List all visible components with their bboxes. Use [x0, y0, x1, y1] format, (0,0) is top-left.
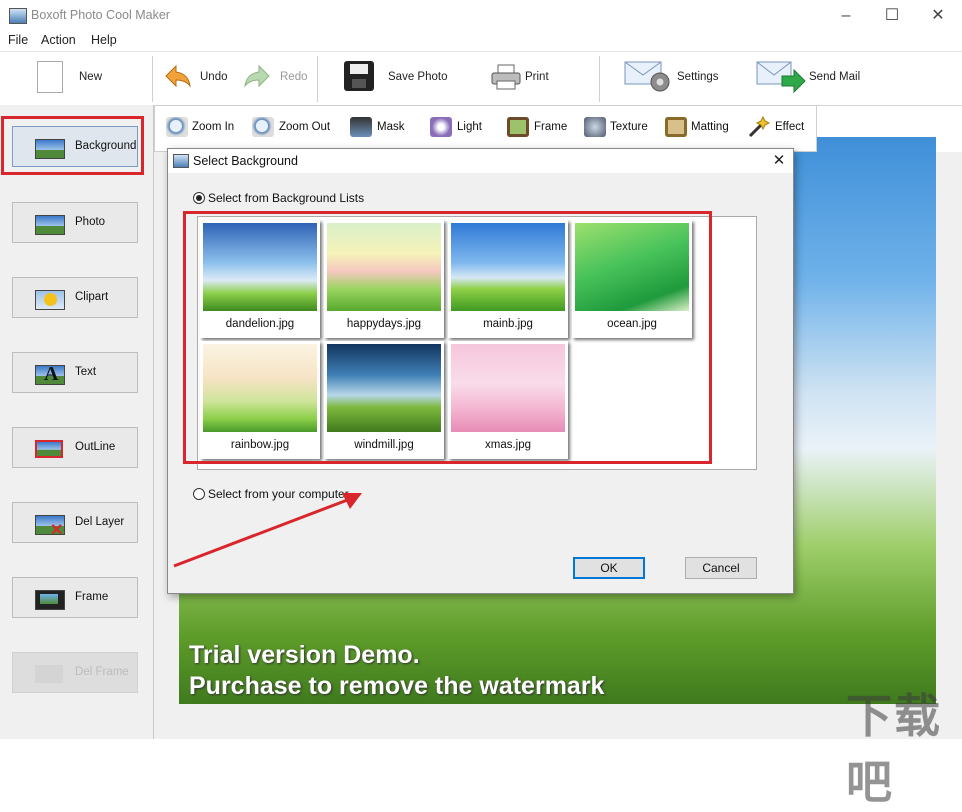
- site-watermark-logo: 下载吧: [846, 690, 942, 808]
- toolbar-separator: [599, 56, 600, 102]
- cancel-button[interactable]: Cancel: [685, 557, 757, 579]
- photo-icon: [35, 215, 65, 235]
- send-mail-button[interactable]: Send Mail: [809, 71, 860, 83]
- frame-icon: [35, 590, 65, 610]
- undo-icon: [164, 64, 192, 91]
- menu-action[interactable]: Action: [41, 33, 76, 47]
- radio-background-lists[interactable]: [193, 192, 205, 204]
- app-icon: [9, 8, 27, 24]
- maximize-button[interactable]: ☐: [869, 0, 915, 31]
- sidebar-item-label: Frame: [75, 591, 109, 603]
- minimize-button[interactable]: –: [823, 0, 869, 31]
- sidebar-item-label: Photo: [75, 216, 106, 228]
- toolbar-separator: [152, 56, 153, 102]
- sidebar-item-label: OutLine: [75, 441, 116, 453]
- effect-icon: [747, 115, 771, 142]
- settings-icon: [624, 60, 672, 97]
- radio-background-lists-label[interactable]: Select from Background Lists: [208, 191, 364, 205]
- sidebar-item-label: Del Layer: [75, 516, 125, 528]
- new-document-icon: [37, 61, 63, 93]
- sidebar-item-label: Clipart: [75, 291, 109, 303]
- frame-tool-icon: [507, 117, 529, 137]
- light-icon: [430, 117, 452, 137]
- menu-file[interactable]: File: [8, 33, 28, 47]
- dialog-icon: [173, 154, 189, 168]
- matting-button[interactable]: Matting: [691, 121, 729, 133]
- toolbar-separator: [317, 56, 318, 102]
- zoom-in-icon: [166, 117, 188, 137]
- watermark-line-1: Trial version Demo.: [189, 641, 420, 669]
- del-layer-icon: ✕: [35, 515, 65, 539]
- menu-bar: [0, 31, 962, 51]
- sidebar: [0, 105, 154, 739]
- clipart-icon: [35, 290, 65, 310]
- effect-button[interactable]: Effect: [775, 121, 804, 133]
- del-frame-icon: [35, 665, 63, 683]
- background-list-highlight-box: [183, 211, 712, 464]
- outline-icon: [35, 440, 63, 458]
- undo-button[interactable]: Undo: [200, 71, 228, 83]
- text-icon: A: [35, 363, 65, 385]
- redo-button[interactable]: Redo: [280, 71, 308, 83]
- texture-button[interactable]: Texture: [610, 121, 648, 133]
- sidebar-item-del-frame[interactable]: Del Frame: [12, 652, 138, 693]
- window-title: Boxoft Photo Cool Maker: [31, 8, 170, 22]
- sidebar-item-frame[interactable]: Frame: [12, 577, 138, 618]
- light-button[interactable]: Light: [457, 121, 482, 133]
- watermark-line-2: Purchase to remove the watermark: [189, 672, 605, 700]
- zoom-out-button[interactable]: Zoom Out: [279, 121, 330, 133]
- save-photo-button[interactable]: Save Photo: [388, 71, 447, 83]
- sidebar-item-text[interactable]: A Text: [12, 352, 138, 393]
- frame-button[interactable]: Frame: [534, 121, 567, 133]
- matting-icon: [665, 117, 687, 137]
- save-icon: [344, 61, 374, 91]
- send-mail-icon: [756, 60, 806, 97]
- mask-button[interactable]: Mask: [377, 121, 404, 133]
- new-button[interactable]: New: [79, 71, 102, 83]
- annotation-arrow: [172, 487, 372, 572]
- ok-button[interactable]: OK: [573, 557, 645, 579]
- settings-button[interactable]: Settings: [677, 71, 719, 83]
- sidebar-item-photo[interactable]: Photo: [12, 202, 138, 243]
- dialog-close-icon[interactable]: ✕: [768, 150, 790, 172]
- mask-icon: [350, 117, 372, 137]
- print-button[interactable]: Print: [525, 71, 549, 83]
- sidebar-item-del-layer[interactable]: ✕ Del Layer: [12, 502, 138, 543]
- zoom-out-icon: [252, 117, 274, 137]
- zoom-in-button[interactable]: Zoom In: [192, 121, 234, 133]
- sidebar-item-label: Del Frame: [75, 666, 129, 678]
- background-highlight-box: [1, 116, 144, 175]
- printer-icon: [490, 64, 522, 93]
- sidebar-item-clipart[interactable]: Clipart: [12, 277, 138, 318]
- redo-icon: [243, 64, 271, 91]
- dialog-title: Select Background: [193, 154, 298, 168]
- menu-help[interactable]: Help: [91, 33, 117, 47]
- sidebar-item-outline[interactable]: OutLine: [12, 427, 138, 468]
- sidebar-item-label: Text: [75, 366, 97, 378]
- close-button[interactable]: ✕: [915, 0, 961, 31]
- texture-icon: [584, 117, 606, 137]
